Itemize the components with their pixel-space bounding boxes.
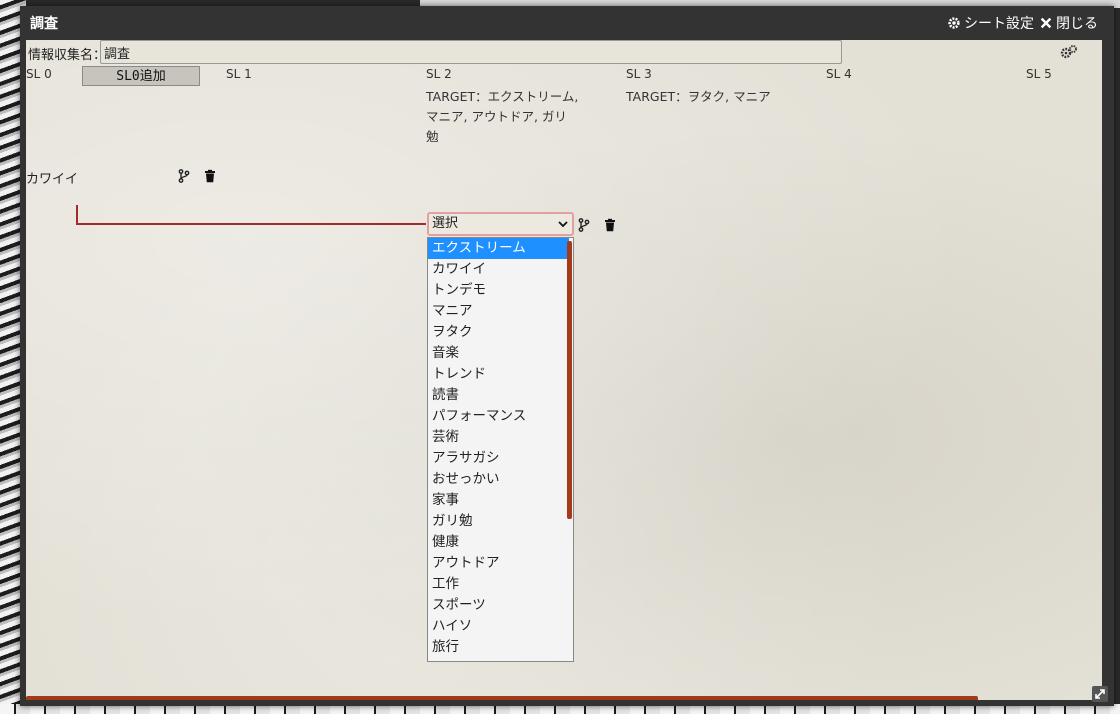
gears-icon[interactable] xyxy=(1060,44,1078,60)
sl3-label: SL 3 xyxy=(626,67,652,81)
chevron-down-icon xyxy=(558,221,568,228)
sl3-target: TARGET：ヲタク, マニア xyxy=(626,89,771,104)
sheet-settings-label: シート設定 xyxy=(964,16,1034,32)
dropdown-option[interactable]: おせっかい xyxy=(428,469,569,490)
dropdown-option[interactable]: パフォーマンス xyxy=(428,406,569,427)
dialog-titlebar[interactable]: 調査 シート設定 閉じる xyxy=(20,6,1114,40)
resize-handle[interactable] xyxy=(1092,686,1108,702)
select-dropdown-list[interactable]: エクストリーム カワイイ トンデモ マニア ヲタク 音楽 トレンド 読書 パフォーマンス 芸術 アラ… xyxy=(427,237,574,662)
dropdown-option[interactable]: マニア xyxy=(428,301,569,322)
dropdown-option[interactable]: 家事 xyxy=(428,490,569,511)
close-label: 閉じる xyxy=(1056,16,1098,32)
dropdown-option[interactable]: 読書 xyxy=(428,385,569,406)
dropdown-option[interactable]: トレンド xyxy=(428,364,569,385)
dropdown-option[interactable]: トンデモ xyxy=(428,280,569,301)
name-input[interactable] xyxy=(100,40,842,64)
gear-icon xyxy=(948,17,960,29)
resize-icon xyxy=(1095,689,1105,699)
connector-line-vertical xyxy=(76,205,78,225)
sl2-target-line: マニア, アウトドア, ガリ xyxy=(426,109,567,124)
research-dialog: 調査 シート設定 閉じる 情報収集名： SL 0 SL0追加 SL 1 SL 2… xyxy=(20,6,1114,706)
dropdown-option[interactable]: エクストリーム xyxy=(428,238,569,259)
dropdown-option[interactable]: ガリ勉 xyxy=(428,511,569,532)
trash-icon[interactable] xyxy=(203,169,217,183)
trash-icon[interactable] xyxy=(603,218,617,232)
dropdown-option[interactable]: 音楽 xyxy=(428,343,569,364)
close-icon xyxy=(1040,17,1052,29)
branch-icon[interactable] xyxy=(177,169,191,183)
dropdown-option[interactable]: ハイソ xyxy=(428,616,569,637)
sl2-target: TARGET：エクストリーム, マニア, アウトドア, ガリ 勉 xyxy=(426,87,578,147)
sl0-label: SL 0 xyxy=(26,67,52,81)
dropdown-scrollbar[interactable] xyxy=(567,241,572,519)
dropdown-option[interactable]: 工作 xyxy=(428,574,569,595)
select-value: 選択 xyxy=(432,216,459,231)
dropdown-options: エクストリーム カワイイ トンデモ マニア ヲタク 音楽 トレンド 読書 パフォーマンス 芸術 アラ… xyxy=(428,238,573,658)
add-sl0-button[interactable]: SL0追加 xyxy=(82,66,200,86)
horizontal-scrollbar[interactable] xyxy=(26,696,978,700)
sl2-target-line: 勉 xyxy=(426,129,439,144)
target-select[interactable]: 選択 xyxy=(427,212,574,236)
close-button[interactable]: 閉じる xyxy=(1039,13,1098,33)
sl2-label: SL 2 xyxy=(426,67,452,81)
dropdown-option[interactable]: 芸術 xyxy=(428,427,569,448)
name-field-label: 情報収集名： xyxy=(28,48,107,63)
sl1-label: SL 1 xyxy=(226,67,252,81)
connector-line-horizontal xyxy=(76,223,426,225)
dropdown-option[interactable]: カワイイ xyxy=(428,259,569,280)
dialog-title: 調査 xyxy=(30,16,58,32)
sl4-label: SL 4 xyxy=(826,67,852,81)
dropdown-option[interactable]: アウトドア xyxy=(428,553,569,574)
sheet-content: 情報収集名： SL 0 SL0追加 SL 1 SL 2 SL 3 SL 4 SL… xyxy=(26,40,1102,700)
branch-icon[interactable] xyxy=(577,218,591,232)
sl5-label: SL 5 xyxy=(1026,67,1052,81)
dropdown-option[interactable]: 旅行 xyxy=(428,637,569,658)
dropdown-option[interactable]: ヲタク xyxy=(428,322,569,343)
dropdown-option[interactable]: スポーツ xyxy=(428,595,569,616)
dropdown-option[interactable]: アラサガシ xyxy=(428,448,569,469)
sheet-settings-button[interactable]: シート設定 xyxy=(947,13,1034,33)
dropdown-option[interactable]: 健康 xyxy=(428,532,569,553)
row-item-label: カワイイ xyxy=(26,172,79,187)
sl2-target-line: TARGET：エクストリーム, xyxy=(426,89,579,104)
